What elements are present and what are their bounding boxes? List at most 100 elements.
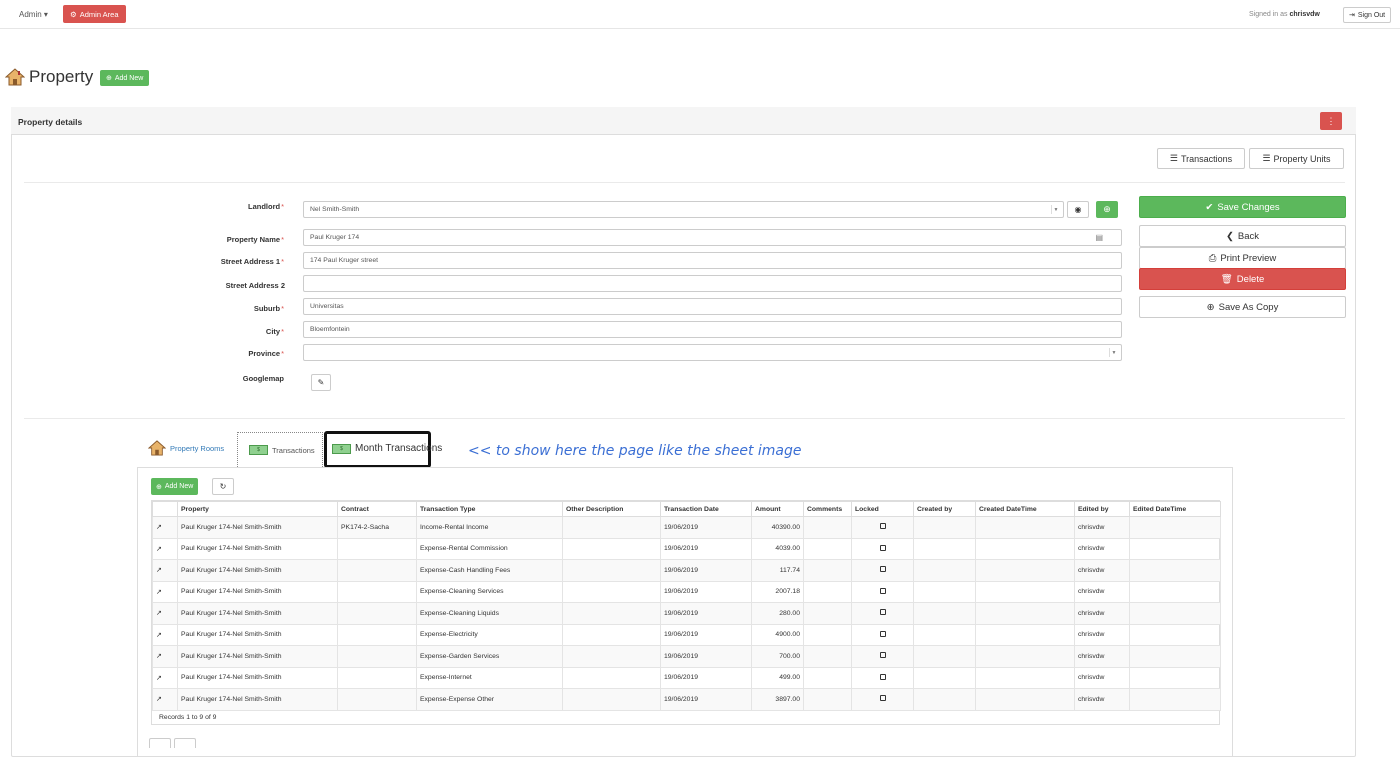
plus-circle-icon: ⊕ bbox=[1206, 301, 1215, 313]
cell-edited-by: chrisvdw bbox=[1074, 516, 1130, 539]
table-row[interactable]: ↗ Paul Kruger 174-Nel Smith-Smith Expens… bbox=[152, 580, 1221, 603]
save-as-copy-button[interactable]: ⊕ Save As Copy bbox=[1139, 296, 1346, 318]
panel-menu-button[interactable]: ⋮ bbox=[1320, 112, 1342, 130]
grid-add-new-label: Add New bbox=[164, 483, 194, 490]
external-link-icon[interactable]: ↗ bbox=[152, 559, 178, 582]
tab-property-rooms-label: Property Rooms bbox=[170, 443, 225, 453]
print-preview-button[interactable]: ⎙ Print Preview bbox=[1139, 247, 1346, 269]
street2-input[interactable] bbox=[303, 275, 1122, 292]
cell-amount: 4900.00 bbox=[751, 623, 804, 646]
edit-googlemap-button[interactable]: ✎ bbox=[311, 374, 331, 391]
col-edited-by[interactable]: Edited by bbox=[1074, 501, 1130, 517]
external-link-icon[interactable]: ↗ bbox=[152, 645, 178, 668]
grid-wrapper: Property Contract Transaction Type Other… bbox=[151, 500, 1221, 725]
cell-type: Expense-Cleaning Liquids bbox=[416, 602, 563, 625]
col-created-datetime[interactable]: Created DateTime bbox=[975, 501, 1075, 517]
admin-dropdown[interactable]: Admin ▾ bbox=[19, 10, 48, 19]
grid-add-new-button[interactable]: ⊕ Add New bbox=[151, 478, 199, 495]
checkbox-icon bbox=[879, 609, 886, 616]
signed-in-text: Signed in as chrisvdw bbox=[1249, 11, 1320, 18]
checkbox-icon bbox=[879, 566, 886, 573]
cell-edited-datetime bbox=[1129, 537, 1221, 560]
cell-edited-datetime bbox=[1129, 688, 1221, 711]
table-row[interactable]: ↗ Paul Kruger 174-Nel Smith-Smith Expens… bbox=[152, 666, 1221, 689]
cell-edited-by: chrisvdw bbox=[1074, 645, 1130, 668]
cell-date: 19/06/2019 bbox=[660, 688, 752, 711]
property-name-value: Paul Kruger 174 bbox=[310, 234, 360, 241]
pager-next-button[interactable] bbox=[174, 738, 196, 748]
cell-created-by bbox=[913, 580, 976, 603]
property-name-input[interactable]: Paul Kruger 174 ▤ bbox=[303, 229, 1122, 246]
col-comments[interactable]: Comments bbox=[803, 501, 852, 517]
eye-icon: ◉ bbox=[1074, 205, 1082, 214]
refresh-button[interactable]: ↻ bbox=[212, 478, 234, 495]
save-changes-button[interactable]: ✔ Save Changes bbox=[1139, 196, 1346, 218]
cell-type: Expense-Cleaning Services bbox=[416, 580, 563, 603]
house-icon bbox=[148, 440, 166, 456]
landlord-select[interactable]: Nel Smith-Smith ▼ bbox=[303, 201, 1064, 218]
pager-prev-button[interactable] bbox=[149, 738, 171, 748]
cell-comments bbox=[803, 559, 852, 582]
city-input[interactable]: Bloemfontein bbox=[303, 321, 1122, 338]
cell-type: Expense-Electricity bbox=[416, 623, 563, 646]
table-row[interactable]: ↗ Paul Kruger 174-Nel Smith-Smith Expens… bbox=[152, 688, 1221, 711]
house-icon bbox=[5, 68, 25, 86]
cell-other bbox=[562, 580, 661, 603]
col-contract[interactable]: Contract bbox=[337, 501, 417, 517]
back-label: Back bbox=[1237, 230, 1260, 242]
add-new-property-button[interactable]: ⊕ Add New bbox=[100, 70, 150, 86]
street1-input[interactable]: 174 Paul Kruger street bbox=[303, 252, 1122, 269]
city-value: Bloemfontein bbox=[310, 326, 350, 333]
cell-type: Expense-Internet bbox=[416, 666, 563, 689]
delete-button[interactable]: 🗑 Delete bbox=[1139, 268, 1346, 290]
cell-locked bbox=[851, 580, 914, 603]
external-link-icon[interactable]: ↗ bbox=[152, 666, 178, 689]
tab-month-transactions[interactable]: $ Month Transactions bbox=[332, 443, 442, 454]
cell-created-datetime bbox=[975, 516, 1075, 539]
col-transaction-type[interactable]: Transaction Type bbox=[416, 501, 563, 517]
col-property[interactable]: Property bbox=[177, 501, 338, 517]
checkbox-icon bbox=[879, 587, 886, 594]
list-icon: ☰ bbox=[1169, 153, 1178, 163]
table-row[interactable]: ↗ Paul Kruger 174-Nel Smith-Smith PK174-… bbox=[152, 516, 1221, 539]
cell-contract bbox=[337, 537, 417, 560]
external-link-icon[interactable]: ↗ bbox=[152, 688, 178, 711]
cell-edited-datetime bbox=[1129, 516, 1221, 539]
cell-other bbox=[562, 645, 661, 668]
add-landlord-button[interactable]: ⊕ bbox=[1096, 201, 1118, 218]
external-link-icon[interactable]: ↗ bbox=[152, 602, 178, 625]
col-amount[interactable]: Amount bbox=[751, 501, 804, 517]
view-landlord-button[interactable]: ◉ bbox=[1067, 201, 1089, 218]
tab-transactions[interactable]: $ Transactions bbox=[237, 432, 323, 467]
tab-property-rooms[interactable]: Property Rooms bbox=[148, 440, 224, 456]
table-row[interactable]: ↗ Paul Kruger 174-Nel Smith-Smith Expens… bbox=[152, 623, 1221, 646]
property-name-label: Property Name* bbox=[226, 235, 284, 244]
col-other-description[interactable]: Other Description bbox=[562, 501, 661, 517]
province-select[interactable]: ▼ bbox=[303, 344, 1122, 361]
cell-edited-datetime bbox=[1129, 580, 1221, 603]
cell-edited-by: chrisvdw bbox=[1074, 580, 1130, 603]
table-row[interactable]: ↗ Paul Kruger 174-Nel Smith-Smith Expens… bbox=[152, 602, 1221, 625]
suburb-input[interactable]: Universitas bbox=[303, 298, 1122, 315]
table-row[interactable]: ↗ Paul Kruger 174-Nel Smith-Smith Expens… bbox=[152, 537, 1221, 560]
table-row[interactable]: ↗ Paul Kruger 174-Nel Smith-Smith Expens… bbox=[152, 559, 1221, 582]
cell-amount: 2007.18 bbox=[751, 580, 804, 603]
landlord-value: Nel Smith-Smith bbox=[310, 206, 360, 213]
back-button[interactable]: ❮ Back bbox=[1139, 225, 1346, 247]
property-units-button[interactable]: ☰ Property Units bbox=[1249, 148, 1344, 169]
external-link-icon[interactable]: ↗ bbox=[152, 623, 178, 646]
cell-property: Paul Kruger 174-Nel Smith-Smith bbox=[177, 537, 338, 560]
external-link-icon[interactable]: ↗ bbox=[152, 580, 178, 603]
col-edited-datetime[interactable]: Edited DateTime bbox=[1129, 501, 1221, 517]
col-transaction-date[interactable]: Transaction Date bbox=[660, 501, 752, 517]
sign-out-button[interactable]: ⇥ Sign Out bbox=[1343, 7, 1392, 23]
external-link-icon[interactable]: ↗ bbox=[152, 537, 178, 560]
cell-locked bbox=[851, 688, 914, 711]
transactions-button[interactable]: ☰ Transactions bbox=[1157, 148, 1245, 169]
external-link-icon[interactable]: ↗ bbox=[152, 516, 178, 539]
table-row[interactable]: ↗ Paul Kruger 174-Nel Smith-Smith Expens… bbox=[152, 645, 1221, 668]
admin-area-button[interactable]: ⚙ Admin Area bbox=[63, 5, 126, 23]
col-locked[interactable]: Locked bbox=[851, 501, 914, 517]
cell-date: 19/06/2019 bbox=[660, 559, 752, 582]
col-created-by[interactable]: Created by bbox=[913, 501, 976, 517]
